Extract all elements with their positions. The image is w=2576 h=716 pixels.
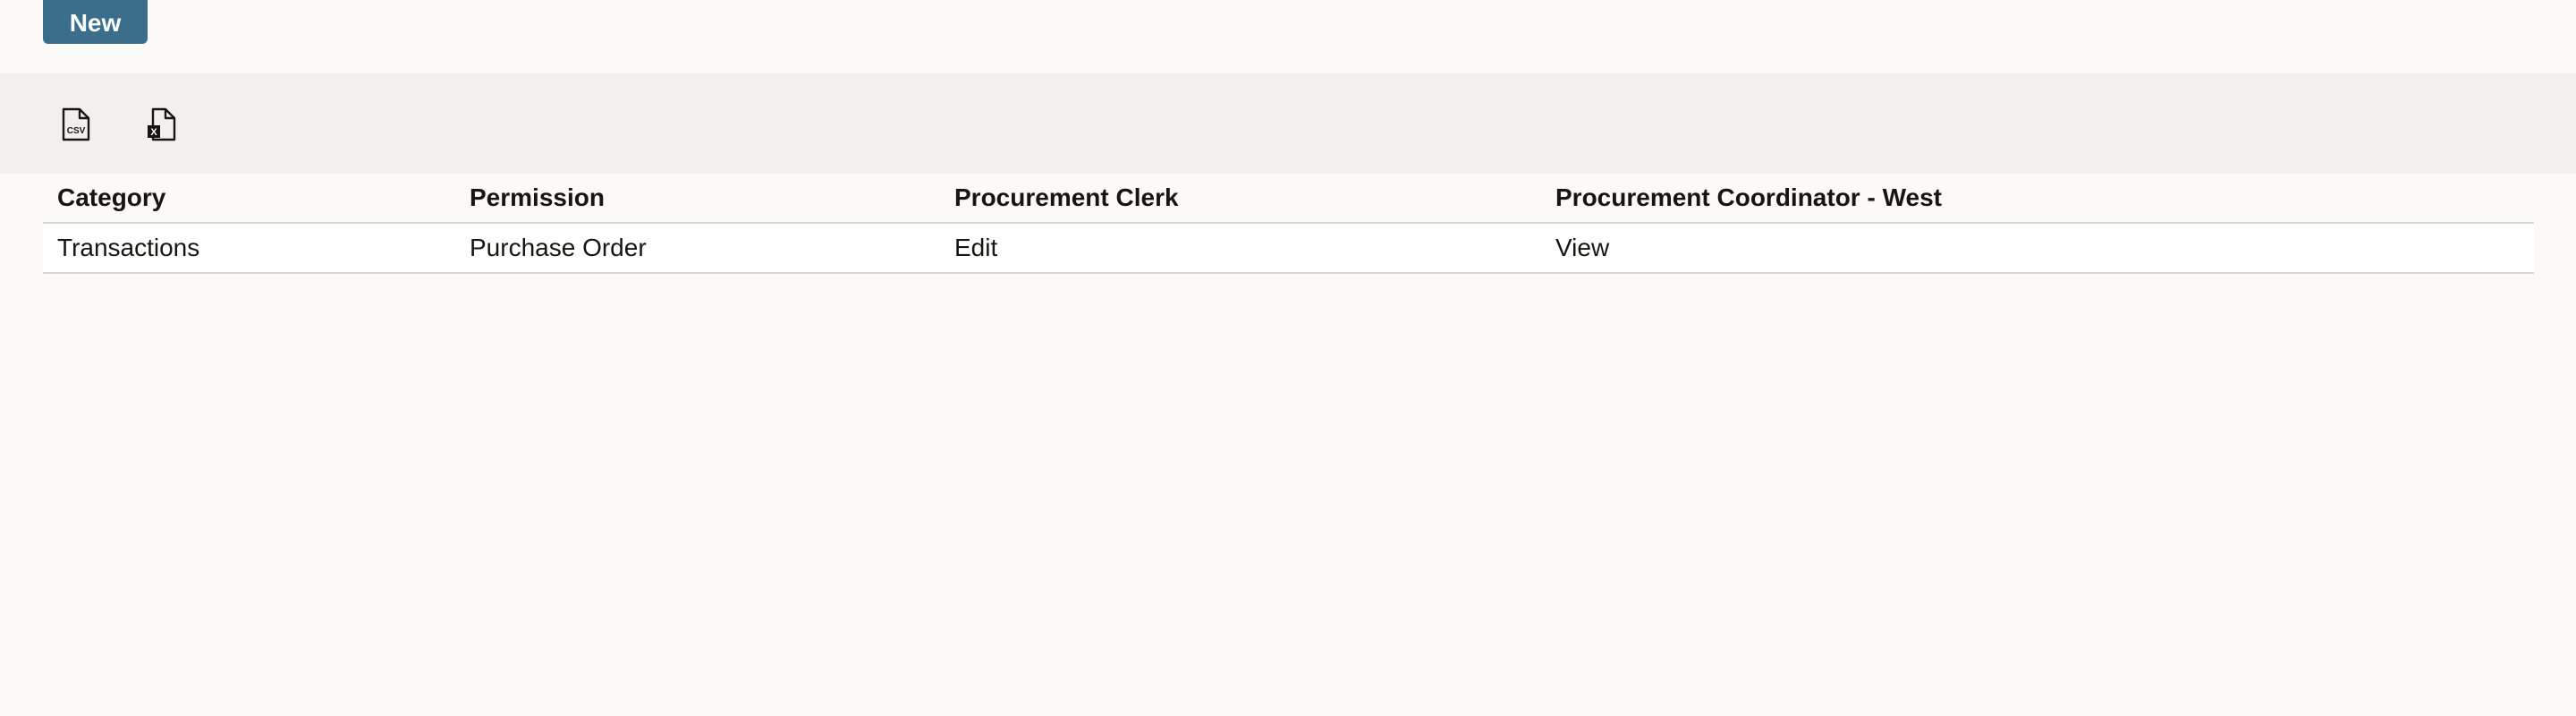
csv-export-icon[interactable]: CSV: [60, 107, 92, 141]
svg-text:CSV: CSV: [67, 126, 86, 136]
new-button[interactable]: New: [43, 0, 148, 44]
permissions-table: Category Permission Procurement Clerk Pr…: [43, 174, 2534, 274]
table-row[interactable]: Transactions Purchase Order Edit View: [43, 224, 2534, 274]
column-header-category[interactable]: Category: [57, 174, 165, 222]
excel-export-icon[interactable]: X: [146, 107, 178, 141]
column-header-procurement-clerk[interactable]: Procurement Clerk: [954, 174, 1179, 222]
column-header-procurement-coordinator-west[interactable]: Procurement Coordinator - West: [1555, 174, 1942, 222]
cell-category: Transactions: [57, 234, 200, 261]
cell-permission: Purchase Order: [470, 234, 647, 261]
export-toolbar: CSV X: [0, 73, 2576, 174]
cell-procurement-clerk: Edit: [954, 234, 998, 261]
page: New CSV X Category Permission Procuremen…: [0, 0, 2576, 716]
cell-procurement-coordinator-west: View: [1555, 234, 1610, 261]
table-header-row: Category Permission Procurement Clerk Pr…: [43, 174, 2534, 224]
column-header-permission[interactable]: Permission: [470, 174, 605, 222]
svg-text:X: X: [150, 127, 157, 138]
